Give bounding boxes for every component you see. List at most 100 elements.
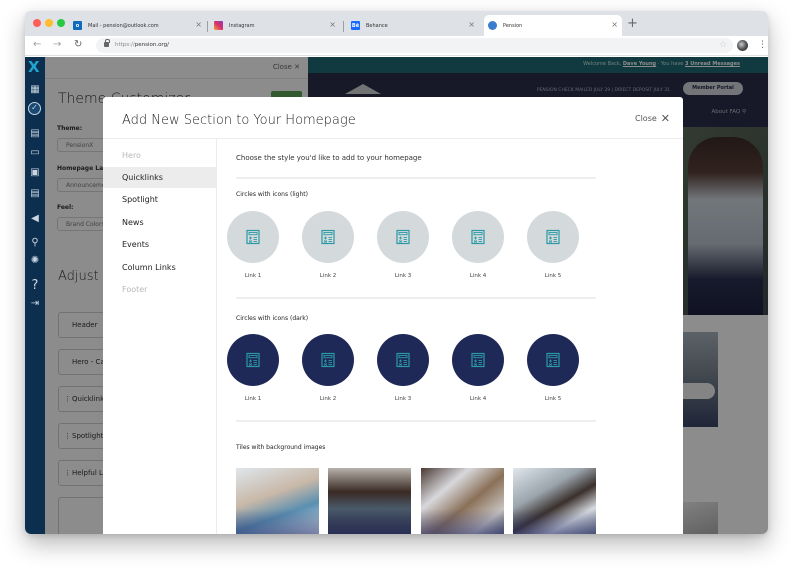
nav-item-column-links[interactable]: Column Links xyxy=(103,257,216,278)
quicklink-label: Link 1 xyxy=(244,396,262,402)
dark-circles-title: Circles with icons (dark) xyxy=(236,315,309,322)
quicklink-circle-light[interactable] xyxy=(302,211,354,263)
admin-sidebar: X ▦ ✓ ▤ ▭ ▣ ▤ ◀ ⚲ ✺ ? ⇥ xyxy=(25,57,45,534)
layout-icon[interactable]: ▤ xyxy=(28,127,42,141)
quicklink-circle-light[interactable] xyxy=(377,211,429,263)
browser-toolbar: ← → ↻ https://pension.org/ ☆ ⋮ xyxy=(25,36,768,56)
modal-close-button[interactable]: Close ✕ xyxy=(635,113,670,124)
tile-gradient xyxy=(236,508,319,534)
nav-item-news[interactable]: News xyxy=(103,212,216,233)
folder-icon[interactable]: ▭ xyxy=(28,146,42,160)
close-label: Close xyxy=(634,114,657,123)
tab-title: Instagram xyxy=(229,22,255,29)
check-circle-icon[interactable]: ✓ xyxy=(28,102,41,115)
quicklink-label: Link 3 xyxy=(394,396,412,402)
nav-item-hero: Hero xyxy=(122,151,141,160)
quicklink-circle-dark[interactable] xyxy=(227,334,279,386)
bookmark-star-icon[interactable]: ☆ xyxy=(719,40,727,50)
tile-option[interactable] xyxy=(236,468,319,534)
tile-gradient xyxy=(328,508,411,534)
add-section-modal: Add New Section to Your Homepage Close ✕… xyxy=(103,97,683,534)
profile-avatar[interactable] xyxy=(737,40,748,51)
calculator-icon xyxy=(396,352,410,368)
close-tab-icon[interactable]: × xyxy=(195,21,202,29)
chat-icon[interactable]: ▣ xyxy=(28,166,42,180)
tab-separator xyxy=(343,21,344,32)
pension-icon xyxy=(488,21,497,30)
user-lock-icon[interactable]: ⚲ xyxy=(28,236,42,250)
behance-icon: Bē xyxy=(351,21,360,30)
quicklink-label: Link 2 xyxy=(319,396,337,402)
calculator-icon xyxy=(246,352,260,368)
quicklink-circle-dark[interactable] xyxy=(452,334,504,386)
quicklink-label: Link 3 xyxy=(394,273,412,279)
outlook-icon: o xyxy=(73,21,82,30)
calculator-icon xyxy=(471,352,485,368)
tile-gradient xyxy=(513,508,596,534)
quicklink-label: Link 5 xyxy=(544,273,562,279)
maximize-window-button[interactable] xyxy=(57,19,65,27)
section-type-nav: Hero Quicklinks Spotlight News Events Co… xyxy=(103,139,217,534)
nav-item-spotlight[interactable]: Spotlight xyxy=(103,189,216,210)
close-icon: ✕ xyxy=(660,112,670,125)
calculator-icon xyxy=(546,229,560,245)
gear-icon[interactable]: ✺ xyxy=(28,254,42,268)
tiles-title: Tiles with background images xyxy=(236,444,326,451)
close-tab-icon[interactable]: × xyxy=(329,21,336,29)
quicklink-circle-dark[interactable] xyxy=(377,334,429,386)
megaphone-icon[interactable]: ◀ xyxy=(28,212,42,226)
tile-option[interactable] xyxy=(513,468,596,534)
calculator-icon xyxy=(471,229,485,245)
page-content: X ▦ ✓ ▤ ▭ ▣ ▤ ◀ ⚲ ✺ ? ⇥ Close ✕ Theme Cu… xyxy=(25,57,768,534)
divider xyxy=(236,177,596,179)
tab-title: Behance xyxy=(366,22,388,29)
invoice-icon[interactable]: ▤ xyxy=(28,187,42,201)
tile-option[interactable] xyxy=(421,468,504,534)
logout-icon[interactable]: ⇥ xyxy=(28,297,42,311)
tab-separator xyxy=(207,21,208,32)
close-tab-icon[interactable]: × xyxy=(611,21,618,29)
quicklink-circle-light[interactable] xyxy=(227,211,279,263)
reload-icon[interactable]: ↻ xyxy=(74,39,82,51)
calculator-icon xyxy=(546,352,560,368)
minimize-window-button[interactable] xyxy=(45,19,53,27)
quicklink-circle-dark[interactable] xyxy=(527,334,579,386)
close-window-button[interactable] xyxy=(33,19,41,27)
tab-behance[interactable]: Bē Behance × xyxy=(351,15,479,36)
browser-menu-icon[interactable]: ⋮ xyxy=(758,40,767,50)
new-tab-button[interactable]: + xyxy=(627,17,638,30)
light-circles-title: Circles with icons (light) xyxy=(236,191,308,198)
quicklink-circle-dark[interactable] xyxy=(302,334,354,386)
nav-item-events[interactable]: Events xyxy=(103,234,216,255)
calculator-icon xyxy=(396,229,410,245)
tile-gradient xyxy=(421,508,504,534)
quicklink-circle-light[interactable] xyxy=(452,211,504,263)
calculator-icon xyxy=(321,229,335,245)
browser-window: o Mail - pension@outlook.com × Instagram… xyxy=(25,11,768,534)
calculator-icon xyxy=(246,229,260,245)
address-bar[interactable]: https://pension.org/ ☆ xyxy=(96,38,733,53)
modal-title: Add New Section to Your Homepage xyxy=(122,113,356,128)
tab-instagram[interactable]: Instagram × xyxy=(214,15,340,36)
quicklink-label: Link 1 xyxy=(244,273,262,279)
app-logo[interactable]: X xyxy=(28,59,40,75)
calendar-icon[interactable]: ▦ xyxy=(28,83,42,97)
close-tab-icon[interactable]: × xyxy=(468,21,475,29)
tab-pension[interactable]: Pension × xyxy=(484,15,622,36)
tab-title: Pension xyxy=(503,22,523,29)
tile-option[interactable] xyxy=(328,468,411,534)
tab-title: Mail - pension@outlook.com xyxy=(88,22,159,29)
forward-arrow-icon[interactable]: → xyxy=(53,39,61,51)
back-arrow-icon[interactable]: ← xyxy=(33,39,41,51)
quicklink-circle-light[interactable] xyxy=(527,211,579,263)
divider xyxy=(236,297,596,299)
nav-item-quicklinks[interactable]: Quicklinks xyxy=(103,167,216,188)
quicklink-label: Link 2 xyxy=(319,273,337,279)
help-icon[interactable]: ? xyxy=(28,279,42,293)
calculator-icon xyxy=(321,352,335,368)
intro-text: Choose the style you'd like to add to yo… xyxy=(236,154,422,162)
instagram-icon xyxy=(214,21,223,30)
lock-icon xyxy=(104,39,110,47)
quicklink-label: Link 4 xyxy=(469,273,487,279)
tab-mail[interactable]: o Mail - pension@outlook.com × xyxy=(73,15,206,36)
